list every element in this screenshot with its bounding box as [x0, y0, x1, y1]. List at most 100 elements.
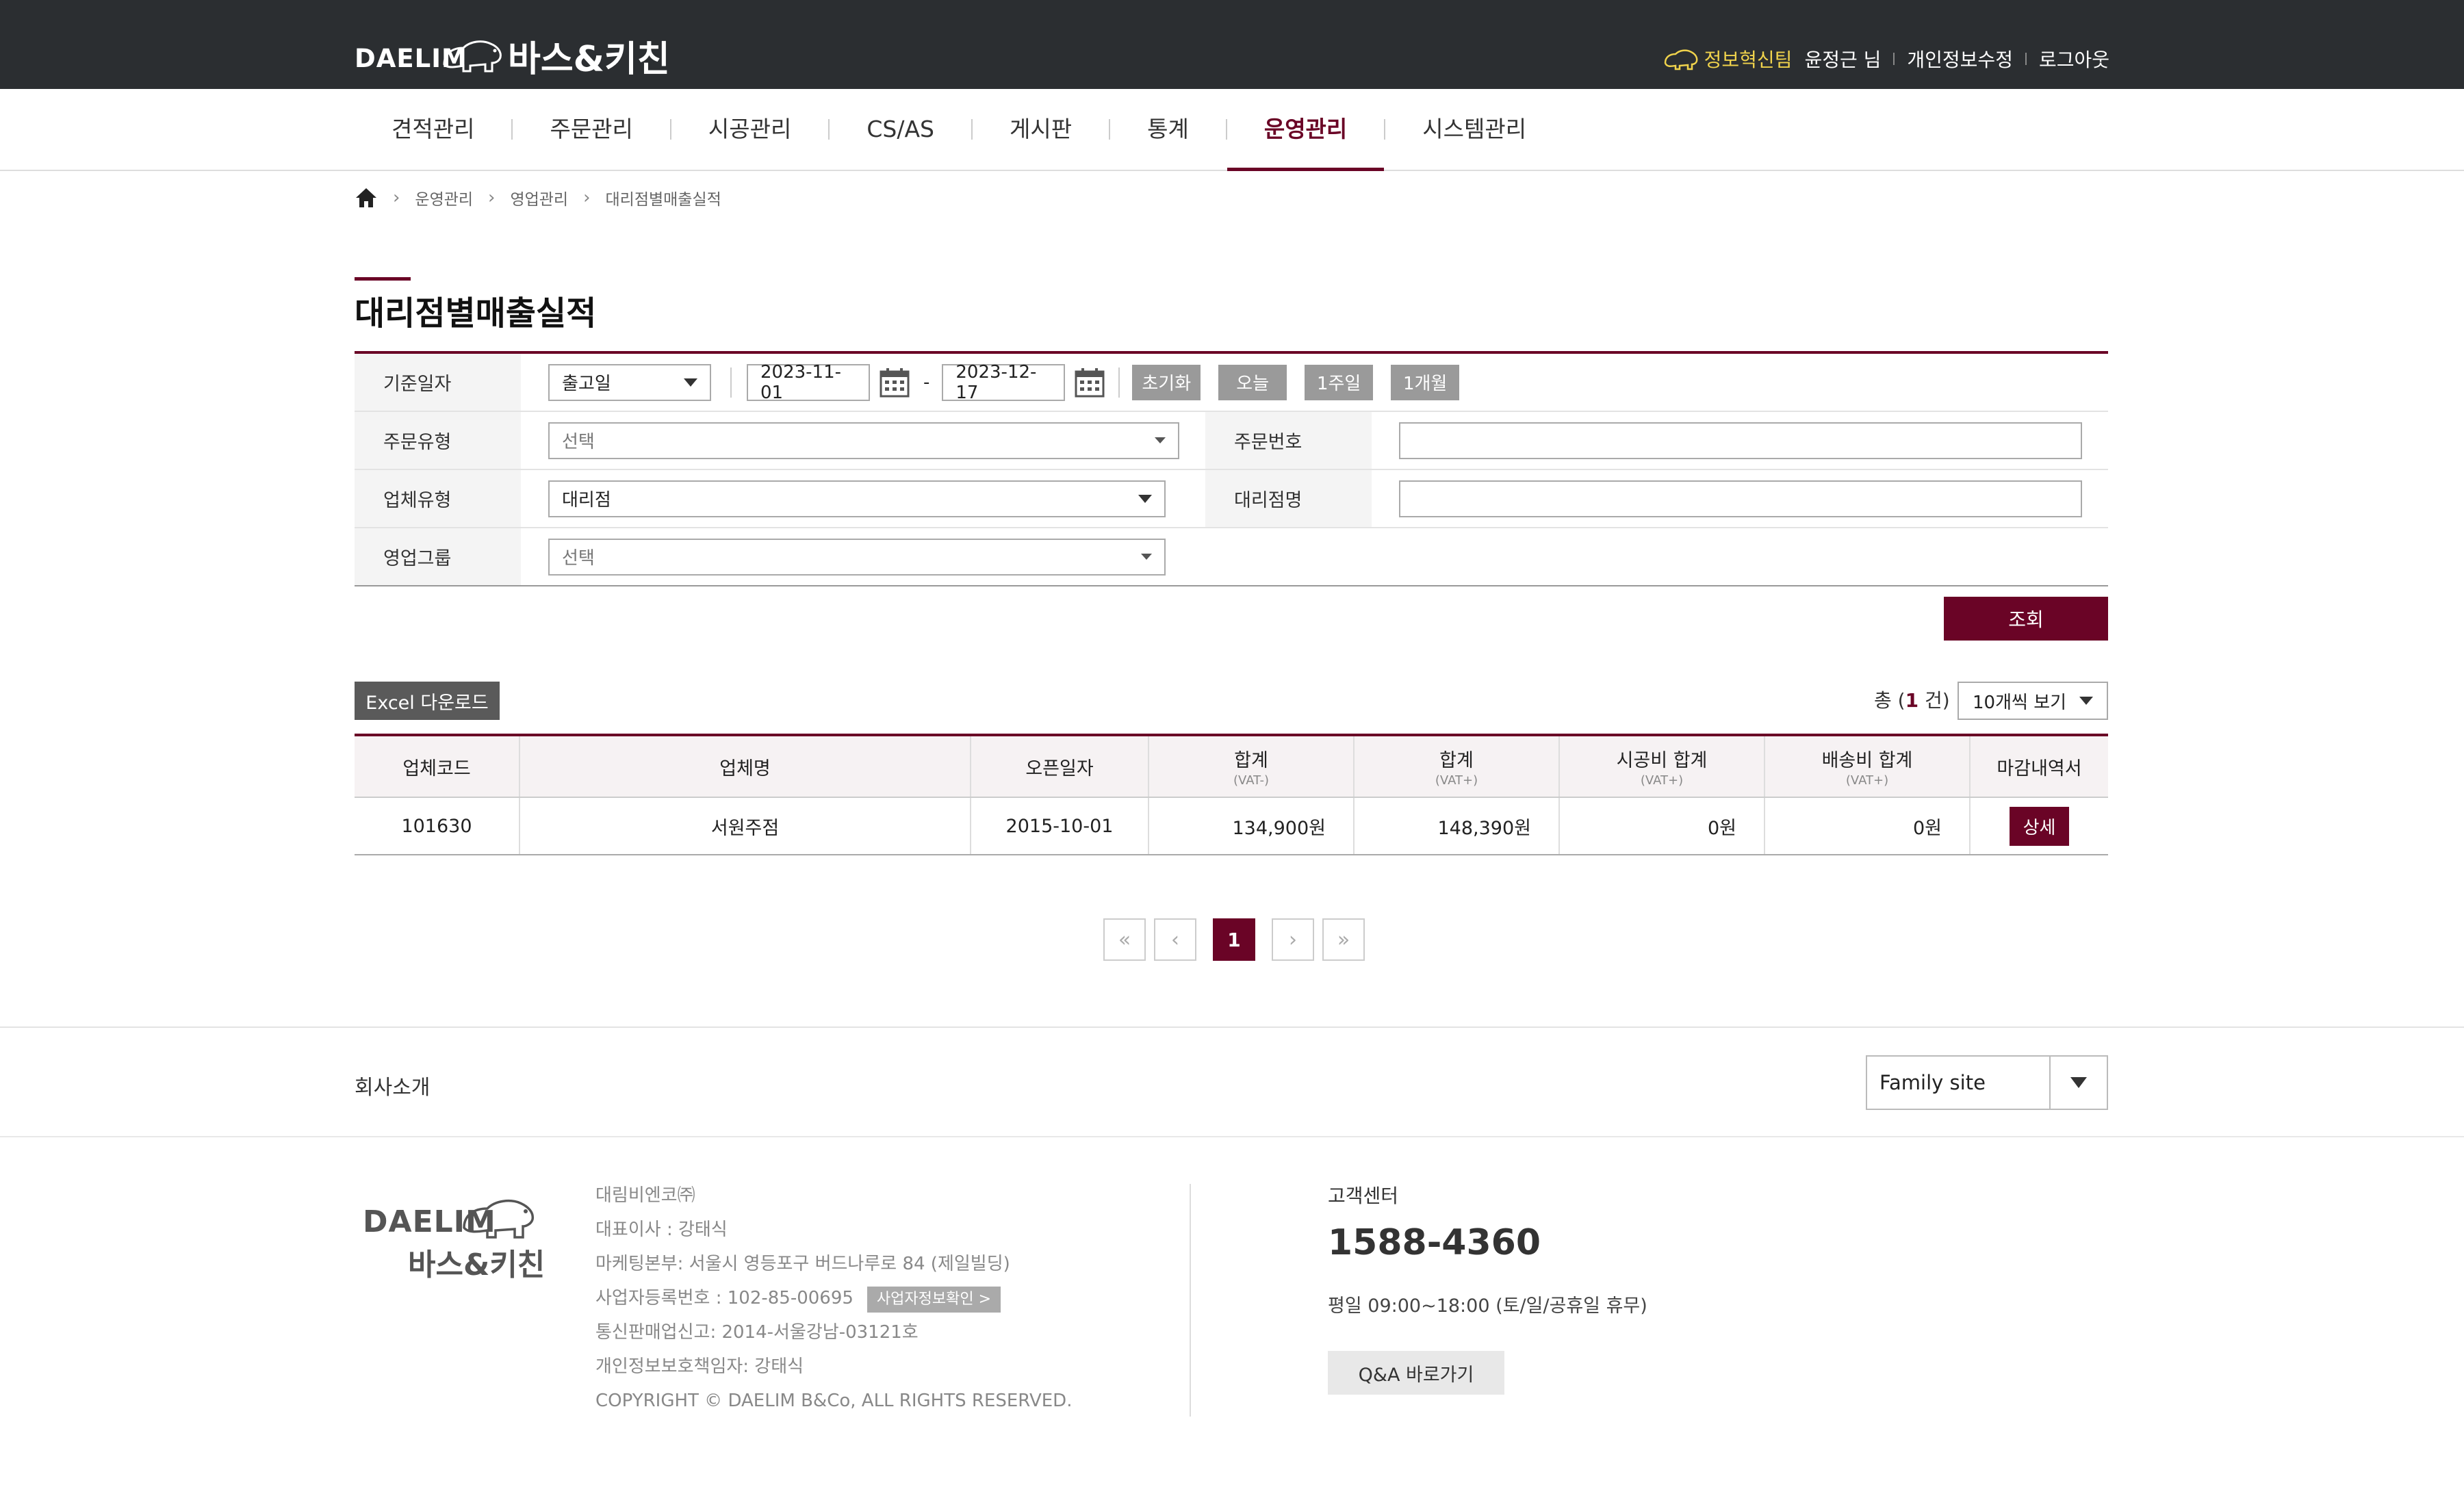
calendar-icon[interactable] [1073, 366, 1106, 399]
table-header-row: 업체코드 업체명 오픈일자 합계 (VAT-) 합계 (VAT+) 시공비 합계 (V… [355, 736, 2108, 798]
company-name: 대림비엔코㈜ [595, 1185, 695, 1206]
date-type-select[interactable]: 출고일 [548, 363, 711, 401]
next-page-button[interactable]: › [1272, 918, 1314, 961]
col-header-closing-statement: 마감내역서 [1969, 736, 2108, 798]
reset-button[interactable]: 초기화 [1132, 364, 1201, 400]
business-number-row: 사업자등록번호 : 102-85-00695 사업자정보확인 > [595, 1281, 1072, 1315]
footer-divider [0, 1026, 2464, 1028]
calendar-icon[interactable] [878, 366, 911, 399]
first-page-button[interactable]: « [1103, 918, 1146, 961]
col-header-total-ex-vat: 합계 (VAT-) [1148, 736, 1354, 798]
page-size-select[interactable]: 10개씩 보기 [1958, 682, 2108, 720]
form-row-company-type: 업체유형 대리점 대리점명 [355, 470, 2108, 528]
nav-item-construction[interactable]: 시공관리 [671, 89, 828, 170]
cell-total-ex-vat: 134,900원 [1148, 797, 1354, 854]
table-row: 101630 서원주점 2015-10-01 134,900원 148,390원… [355, 797, 2108, 854]
company-intro-link[interactable]: 회사소개 [355, 1070, 430, 1100]
nav-item-order[interactable]: 주문관리 [513, 89, 669, 170]
copyright: COPYRIGHT © DAELIM B&Co, ALL RIGHTS RESE… [595, 1391, 1073, 1411]
company-info: 대림비엔코㈜ 대표이사 : 강태식 마케팅본부: 서울시 영등포구 버드나루로 … [595, 1178, 1072, 1418]
company-type-select[interactable]: 대리점 [548, 480, 1166, 517]
logout-link[interactable]: 로그아웃 [2039, 45, 2109, 73]
divider [1893, 53, 1895, 65]
sales-group-label: 영업그룹 [355, 528, 521, 585]
one-week-button[interactable]: 1주일 [1305, 364, 1374, 400]
customer-center-phone: 1588-4360 [1328, 1222, 1541, 1263]
home-icon[interactable] [355, 187, 378, 209]
total-count: 총 (1 건) [1874, 686, 1950, 713]
qa-button[interactable]: Q&A 바로가기 [1328, 1351, 1504, 1395]
col-header-code: 업체코드 [355, 736, 519, 798]
nav-item-estimate[interactable]: 견적관리 [355, 89, 511, 170]
footer-vertical-divider [1190, 1184, 1191, 1417]
total-count-value: 1 [1905, 689, 1919, 712]
sales-group-select[interactable]: 선택 [548, 538, 1166, 576]
date-from-input[interactable]: 2023-11-01 [747, 362, 870, 403]
one-month-button[interactable]: 1개월 [1391, 364, 1460, 400]
cell-install-total: 0원 [1558, 797, 1764, 854]
nav-item-operations[interactable]: 운영관리 [1227, 89, 1385, 171]
chevron-right-icon: › [393, 188, 400, 208]
chevron-down-icon [2079, 697, 2093, 705]
chevron-right-icon: › [583, 188, 591, 208]
agency-name-label: 대리점명 [1205, 470, 1372, 527]
nav-item-board[interactable]: 게시판 [973, 89, 1109, 170]
double-chevron-left-icon: « [1118, 927, 1131, 952]
family-site-select[interactable]: Family site [1866, 1055, 2108, 1110]
team-name: 정보혁신팀 [1704, 49, 1793, 71]
date-type-value: 출고일 [562, 374, 611, 394]
ecommerce-registration: 통신판매업신고: 2014-서울강남-03121호 [595, 1322, 919, 1343]
footer-divider [0, 1136, 2464, 1137]
date-to-input[interactable]: 2023-12-17 [942, 362, 1066, 403]
footer-polar-bear-icon [463, 1199, 535, 1239]
nav-item-statistics[interactable]: 통계 [1110, 89, 1226, 170]
detail-button[interactable]: 상세 [2009, 806, 2070, 846]
col-header-delivery-total: 배송비 합계 (VAT+) [1764, 736, 1970, 798]
today-button[interactable]: 오늘 [1218, 364, 1287, 400]
business-info-confirm-button[interactable]: 사업자정보확인 > [867, 1287, 1001, 1313]
nav-item-cs-as[interactable]: CS/AS [830, 89, 971, 170]
divider [730, 367, 732, 398]
agency-name-input[interactable] [1399, 480, 2082, 517]
form-row-date: 기준일자 출고일 2023-11-01 - 2023-12-17 초기화 오늘 … [355, 354, 2108, 412]
search-button[interactable]: 조회 [1944, 597, 2108, 641]
business-number: 사업자등록번호 : 102-85-00695 [595, 1288, 854, 1308]
prev-page-button[interactable]: ‹ [1154, 918, 1196, 961]
col-header-name: 업체명 [519, 736, 971, 798]
page-number-current[interactable]: 1 [1213, 918, 1255, 961]
cell-delivery-total: 0원 [1764, 797, 1970, 854]
page-size-value: 10개씩 보기 [1973, 692, 2067, 713]
user-name: 윤정근 님 [1804, 49, 1882, 71]
order-type-label: 주문유형 [355, 412, 521, 469]
chevron-down-icon [1138, 494, 1152, 503]
edit-profile-link[interactable]: 개인정보수정 [1907, 45, 2013, 73]
family-site-toggle[interactable] [2049, 1057, 2107, 1109]
address: 마케팅본부: 서울시 영등포구 버드나루로 84 (제일빌딩) [595, 1254, 1010, 1274]
ceo: 대표이사 : 강태식 [595, 1219, 728, 1240]
footer-logo-korean: 바스&키친 [408, 1248, 546, 1282]
breadcrumb-item[interactable]: 운영관리 [415, 186, 473, 209]
page-title: 대리점별매출실적 [355, 294, 597, 333]
nav-item-system[interactable]: 시스템관리 [1385, 89, 1563, 170]
chevron-right-icon: › [1289, 927, 1297, 952]
customer-center-hours: 평일 09:00~18:00 (토/일/공휴일 휴무) [1328, 1295, 1647, 1317]
polar-bear-logo-icon [443, 40, 502, 73]
breadcrumb: › 운영관리 › 영업관리 › 대리점별매출실적 [355, 186, 721, 209]
order-no-input[interactable] [1399, 422, 2082, 459]
last-page-button[interactable]: » [1322, 918, 1365, 961]
chevron-down-icon [684, 378, 697, 387]
order-type-select[interactable]: 선택 [548, 422, 1179, 459]
form-row-sales-group: 영업그룹 선택 [355, 528, 2108, 585]
breadcrumb-item[interactable]: 영업관리 [510, 186, 568, 209]
divider [2025, 53, 2027, 65]
company-type-label: 업체유형 [355, 470, 521, 527]
team-bear-icon [1664, 49, 1698, 70]
brand-logo-korean[interactable]: 바스&키친 [508, 30, 670, 81]
cell-total-inc-vat: 148,390원 [1353, 797, 1559, 854]
search-form: 기준일자 출고일 2023-11-01 - 2023-12-17 초기화 오늘 … [355, 351, 2108, 586]
double-chevron-right-icon: » [1337, 927, 1350, 952]
pagination: « ‹ 1 › » [1103, 918, 1365, 961]
order-no-label: 주문번호 [1205, 412, 1372, 469]
order-type-value: 선택 [562, 432, 595, 452]
excel-download-button[interactable]: Excel 다운로드 [355, 682, 500, 720]
